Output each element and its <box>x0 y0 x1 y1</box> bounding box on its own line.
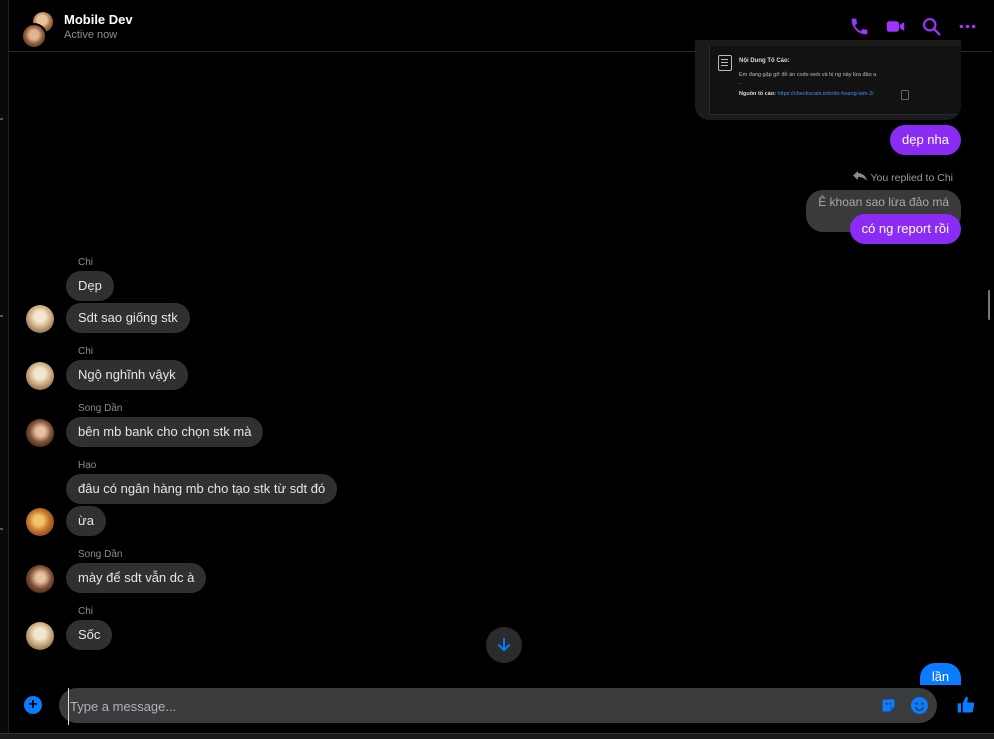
message-input-wrapper <box>59 688 937 725</box>
avatar[interactable] <box>26 508 54 536</box>
reply-icon <box>853 171 868 181</box>
copy-icon[interactable] <box>901 90 909 100</box>
message-incoming[interactable]: ừa <box>66 506 106 536</box>
avatar[interactable] <box>26 305 54 333</box>
more-icon[interactable] <box>957 16 978 37</box>
message-incoming[interactable]: Sdt sao giống stk <box>66 303 190 333</box>
attachment-preview: Nội Dung Tố Cáo: Em đang gặp gỡ đồ án co… <box>709 46 961 115</box>
message-composer: + <box>9 686 992 726</box>
thumbs-up-icon[interactable] <box>956 695 976 715</box>
window-bottom-edge <box>0 733 994 739</box>
sender-name: Song Dần <box>78 403 123 414</box>
video-icon[interactable] <box>885 16 906 37</box>
message-incoming[interactable]: Dẹp <box>66 271 114 301</box>
sender-name: Song Dần <box>78 549 123 560</box>
source-link[interactable]: https://checkscam.info/do-hoang-lam-2/ <box>778 91 874 97</box>
message-outgoing[interactable]: có ng report rồi <box>849 214 961 244</box>
scroll-to-bottom-button[interactable] <box>486 627 522 663</box>
sender-name: Chi <box>78 346 94 357</box>
report-attachment[interactable]: Nội Dung Tố Cáo: Em đang gặp gỡ đồ án co… <box>695 40 961 120</box>
attachment-body: Em đang gặp gỡ đồ án code web và bị ng n… <box>739 72 877 78</box>
phone-icon[interactable] <box>849 16 870 37</box>
avatar[interactable] <box>26 362 54 390</box>
scrollbar-thumb[interactable] <box>988 290 990 320</box>
avatar <box>21 23 47 49</box>
left-rail <box>0 0 9 738</box>
sender-name: Chi <box>78 606 94 617</box>
reply-label-text: You replied to Chi <box>870 172 953 184</box>
search-icon[interactable] <box>921 16 942 37</box>
message-outgoing-partial[interactable]: lần <box>920 663 961 685</box>
document-icon <box>718 55 732 71</box>
sticker-icon[interactable] <box>880 697 897 714</box>
rail-tick <box>0 315 3 317</box>
source-label: Nguồn tố cáo: <box>739 91 776 97</box>
plus-icon[interactable]: + <box>24 696 42 714</box>
message-incoming[interactable]: mày để sdt vẫn dc à <box>66 563 207 593</box>
message-incoming[interactable]: Ngộ nghĩnh vậyk <box>66 360 188 390</box>
active-status: Active now <box>64 29 118 41</box>
message-incoming[interactable]: bên mb bank cho chọn stk mà <box>66 417 264 447</box>
reply-indicator: You replied to Chi <box>852 170 953 184</box>
sender-name: Chi <box>78 257 94 268</box>
sender-name: Hạo <box>78 460 97 471</box>
rail-tick <box>0 528 3 530</box>
emoji-icon[interactable] <box>910 696 929 715</box>
message-incoming[interactable]: đâu có ngân hàng mb cho tạo stk từ sdt đ… <box>66 474 338 504</box>
avatar[interactable] <box>26 622 54 650</box>
attachment-title: Nội Dung Tố Cáo: <box>739 58 790 64</box>
message-incoming[interactable]: Sốc <box>66 620 113 650</box>
avatar[interactable] <box>26 419 54 447</box>
avatar[interactable] <box>26 565 54 593</box>
message-outgoing[interactable]: dẹp nha <box>890 125 961 155</box>
arrow-down-icon <box>497 638 511 652</box>
group-avatar[interactable] <box>21 11 55 49</box>
message-input[interactable] <box>68 688 862 725</box>
rail-tick <box>0 118 3 120</box>
header-actions <box>849 16 978 37</box>
chat-title[interactable]: Mobile Dev <box>64 12 133 27</box>
attachment-ellipsis: .. <box>739 80 743 86</box>
attachment-source: Nguồn tố cáo: https://checkscam.info/do-… <box>739 91 874 97</box>
